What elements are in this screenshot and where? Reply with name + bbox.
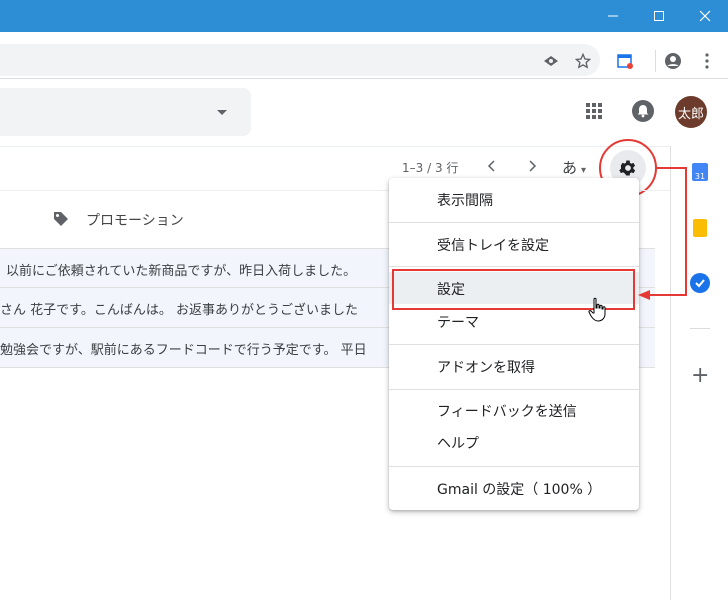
search-options-icon[interactable] xyxy=(215,104,229,123)
tag-icon xyxy=(52,210,70,232)
header-divider xyxy=(0,146,670,147)
email-snippet: 勉強会ですが、駅前にあるフードコードで行う予定です。 平日 xyxy=(0,343,367,358)
menu-item-help[interactable]: ヘルプ xyxy=(389,426,639,458)
email-snippet: 以前にご依頼されていた新商品ですが、昨日入荷しました。 xyxy=(6,264,357,279)
hand-cursor-icon xyxy=(588,297,608,327)
more-vert-icon[interactable] xyxy=(696,50,718,72)
account-icon[interactable] xyxy=(662,50,684,72)
menu-item-send-feedback[interactable]: フィードバックを送信 xyxy=(389,394,639,426)
menu-divider xyxy=(389,344,639,345)
notifications-icon[interactable] xyxy=(632,100,654,122)
menu-item-configure-inbox[interactable]: 受信トレイを設定 xyxy=(389,228,639,260)
maximize-icon[interactable] xyxy=(636,0,682,32)
annotation-arrow-segment xyxy=(656,167,686,169)
input-tools-label: あ xyxy=(562,159,578,177)
tab-promotions[interactable]: プロモーション xyxy=(86,210,184,230)
input-tools-button[interactable]: あ ▾ xyxy=(562,157,586,178)
arrow-left-icon xyxy=(638,290,650,300)
email-snippet: さん 花子です。こんばんは。 お返事ありがとうございました xyxy=(0,303,358,318)
side-panel-separator xyxy=(690,328,710,329)
close-icon[interactable] xyxy=(682,0,728,32)
minimize-icon[interactable] xyxy=(590,0,636,32)
menu-divider xyxy=(389,389,639,390)
side-panel-divider xyxy=(670,146,671,600)
eye-icon[interactable] xyxy=(540,50,562,72)
chevron-down-icon: ▾ xyxy=(581,165,587,176)
menu-item-get-addons[interactable]: アドオンを取得 xyxy=(389,350,639,382)
keep-icon[interactable] xyxy=(693,219,707,237)
menu-item-label: ヘルプ xyxy=(437,436,479,452)
calendar-ext-icon[interactable] xyxy=(614,50,636,72)
chevron-right-icon[interactable] xyxy=(526,158,538,177)
star-icon[interactable] xyxy=(572,50,594,72)
chevron-left-icon[interactable] xyxy=(486,158,498,177)
search-input[interactable] xyxy=(0,88,251,136)
menu-item-gmail-settings[interactable]: Gmail の設定（ 100% ） xyxy=(389,472,639,504)
annotation-arrow-segment xyxy=(650,294,687,296)
pager-count: 1–3 / 3 行 xyxy=(402,161,459,175)
menu-item-label: アドオンを取得 xyxy=(437,360,535,376)
menu-item-display-density[interactable]: 表示間隔 xyxy=(389,183,639,215)
add-addon-icon[interactable]: + xyxy=(691,363,709,388)
calendar-icon[interactable]: 31 xyxy=(692,163,708,181)
menu-item-label: フィードバックを送信 xyxy=(437,404,577,420)
menu-divider xyxy=(389,222,639,223)
tasks-icon[interactable] xyxy=(690,273,710,293)
address-bar[interactable] xyxy=(0,44,600,76)
annotation-arrow-segment xyxy=(685,167,687,296)
menu-divider xyxy=(389,266,639,267)
menu-item-label: 表示間隔 xyxy=(437,193,493,209)
settings-menu: 表示間隔 受信トレイを設定 設定 テーマ アドオンを取得 フィードバックを送信 … xyxy=(389,178,639,510)
menu-item-label: 受信トレイを設定 xyxy=(437,238,549,254)
menu-divider xyxy=(389,466,639,467)
menu-item-label: Gmail の設定（ 100% ） xyxy=(437,482,602,498)
apps-grid-icon[interactable] xyxy=(585,102,603,124)
avatar[interactable]: 太郎 xyxy=(675,96,707,128)
toolbar-divider xyxy=(655,50,656,72)
menu-item-label: テーマ xyxy=(437,315,479,331)
